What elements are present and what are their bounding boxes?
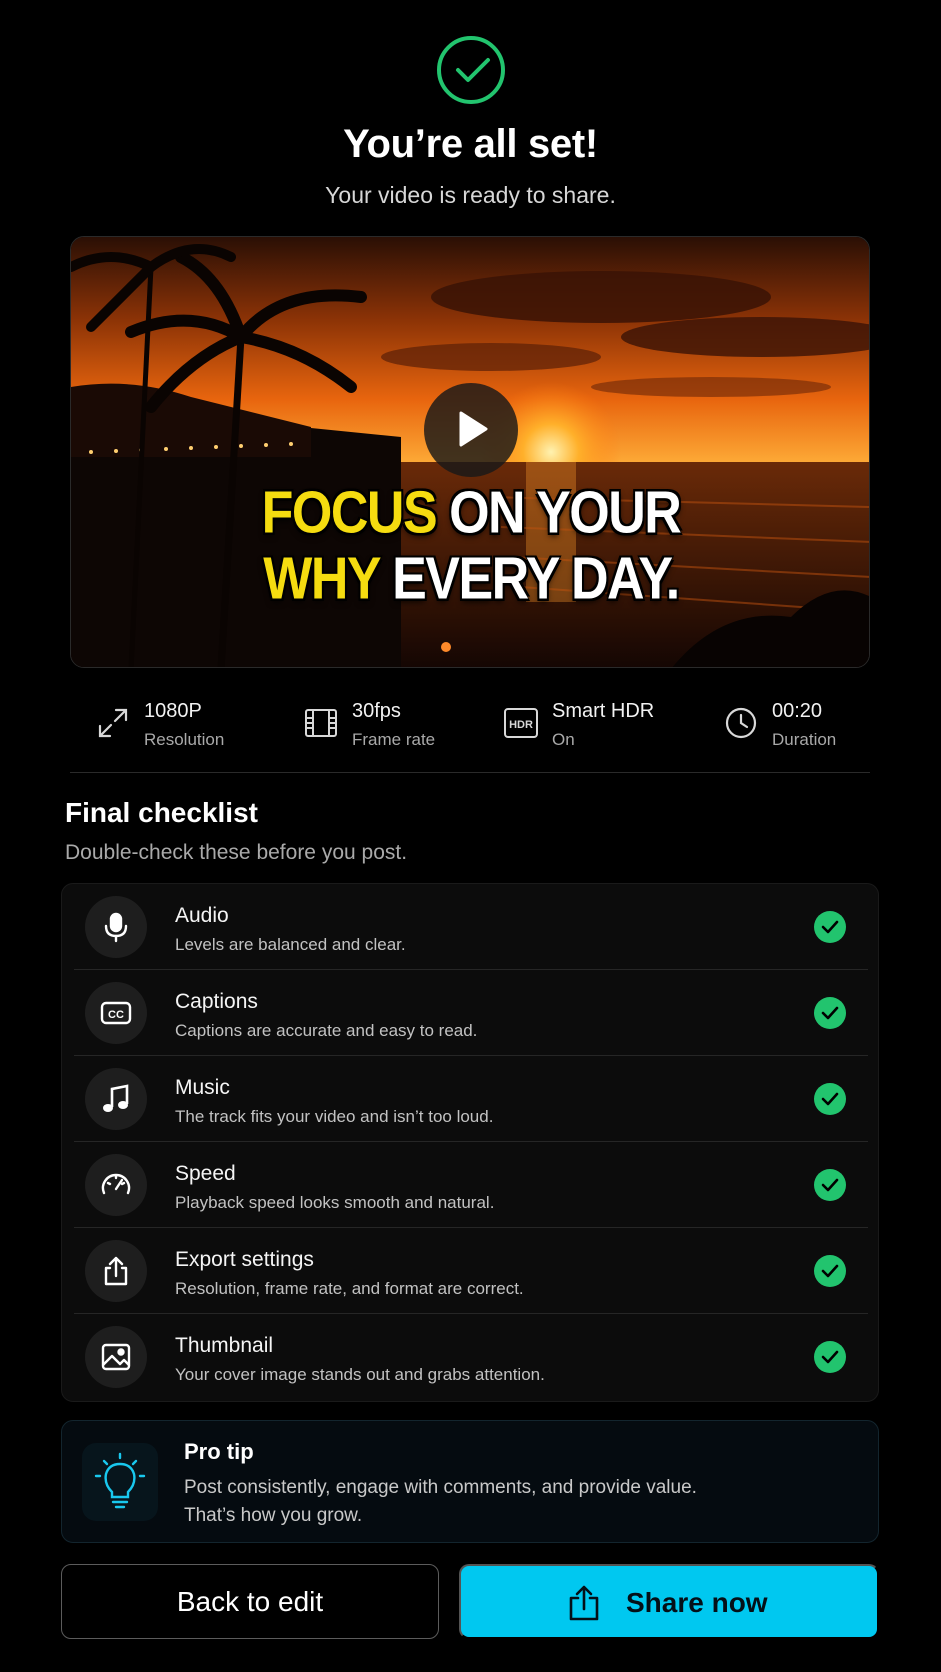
checklist-item-speed[interactable]: Speed Playback speed looks smooth and na…: [74, 1142, 868, 1228]
check-icon: [814, 1341, 846, 1373]
share-now-button[interactable]: Share now: [459, 1564, 879, 1639]
lightbulb-icon: [82, 1443, 158, 1521]
video-specs: 1080P Resolution 30fps Frame rate HDR Sm…: [0, 700, 941, 760]
play-button[interactable]: [424, 383, 518, 477]
back-to-edit-button[interactable]: Back to edit: [61, 1564, 439, 1639]
spec-value: Smart HDR: [552, 700, 655, 722]
pro-tip-text: Post consistently, engage with comments,…: [184, 1477, 697, 1526]
checklist-subtitle: Double-check these before you post.: [65, 841, 408, 864]
hdr-icon: HDR: [504, 708, 538, 738]
checklist-item-export-settings[interactable]: Export settings Resolution, frame rate, …: [74, 1228, 868, 1314]
checklist-item-desc: Playback speed looks smooth and natural.: [175, 1193, 495, 1212]
checklist-item-title: Thumbnail: [175, 1334, 274, 1357]
checklist-item-captions[interactable]: CC Captions Captions are accurate and ea…: [74, 970, 868, 1056]
speedometer-icon: [85, 1154, 147, 1216]
video-preview[interactable]: FOCUS ON YOUR WHY EVERY DAY.: [70, 236, 870, 668]
export-icon: [85, 1240, 147, 1302]
video-caption-line2: WHY EVERY DAY.: [71, 545, 869, 614]
hdr-badge-text: HDR: [509, 719, 533, 731]
checklist-item-title: Speed: [175, 1162, 236, 1185]
captions-icon: CC: [85, 982, 147, 1044]
caption-highlight-word: FOCUS: [261, 479, 438, 547]
video-caption-line1: FOCUS ON YOUR: [71, 479, 869, 548]
check-icon: [814, 1083, 846, 1115]
spec-value: 00:20: [772, 700, 823, 722]
checklist-item-desc: Captions are accurate and easy to read.: [175, 1021, 478, 1040]
spec-value: 1080P: [144, 700, 202, 722]
checklist-item-title: Captions: [175, 990, 258, 1013]
page-title: You’re all set!: [343, 122, 598, 166]
film-icon: [305, 709, 337, 737]
checklist-item-thumbnail[interactable]: Thumbnail Your cover image stands out an…: [74, 1314, 868, 1400]
checklist-item-title: Audio: [175, 904, 229, 927]
share-now-label: Share now: [626, 1587, 768, 1618]
checklist-card: Audio Levels are balanced and clear. CC …: [61, 883, 879, 1402]
check-icon: [814, 1169, 846, 1201]
pro-tip-title: Pro tip: [184, 1439, 254, 1464]
music-note-icon: [85, 1068, 147, 1130]
success-check-icon: [437, 36, 505, 104]
divider: [70, 772, 870, 773]
checklist-item-desc: Your cover image stands out and grabs at…: [175, 1365, 545, 1384]
spec-label: Duration: [772, 730, 837, 749]
spec-value: 30fps: [352, 700, 401, 722]
checklist-item-desc: The track fits your video and isn’t too …: [175, 1107, 494, 1126]
checklist-item-desc: Resolution, frame rate, and format are c…: [175, 1279, 524, 1298]
check-icon: [814, 1255, 846, 1287]
share-icon: [569, 1585, 599, 1621]
checklist-item-music[interactable]: Music The track fits your video and isn’…: [74, 1056, 868, 1142]
checklist-title: Final checklist: [65, 797, 258, 828]
caption-text: ON YOUR: [449, 479, 682, 547]
check-icon: [814, 911, 846, 943]
checklist-item-desc: Levels are balanced and clear.: [175, 935, 406, 954]
spec-label: On: [552, 730, 575, 749]
checklist-item-title: Music: [175, 1076, 230, 1099]
checklist-item-title: Export settings: [175, 1248, 314, 1271]
check-icon: [814, 997, 846, 1029]
caption-text: EVERY DAY.: [392, 545, 680, 613]
page-subtitle: Your video is ready to share.: [325, 182, 616, 208]
spec-label: Frame rate: [352, 730, 436, 749]
caption-highlight-word: WHY: [263, 545, 380, 613]
spec-label: Resolution: [144, 730, 225, 749]
microphone-icon: [85, 896, 147, 958]
svg-text:CC: CC: [108, 1009, 124, 1021]
pro-tip-card: Pro tip Post consistently, engage with c…: [61, 1420, 879, 1543]
clock-icon: [725, 707, 757, 739]
checklist-item-audio[interactable]: Audio Levels are balanced and clear.: [74, 884, 868, 970]
expand-icon: [98, 708, 128, 738]
image-icon: [85, 1326, 147, 1388]
